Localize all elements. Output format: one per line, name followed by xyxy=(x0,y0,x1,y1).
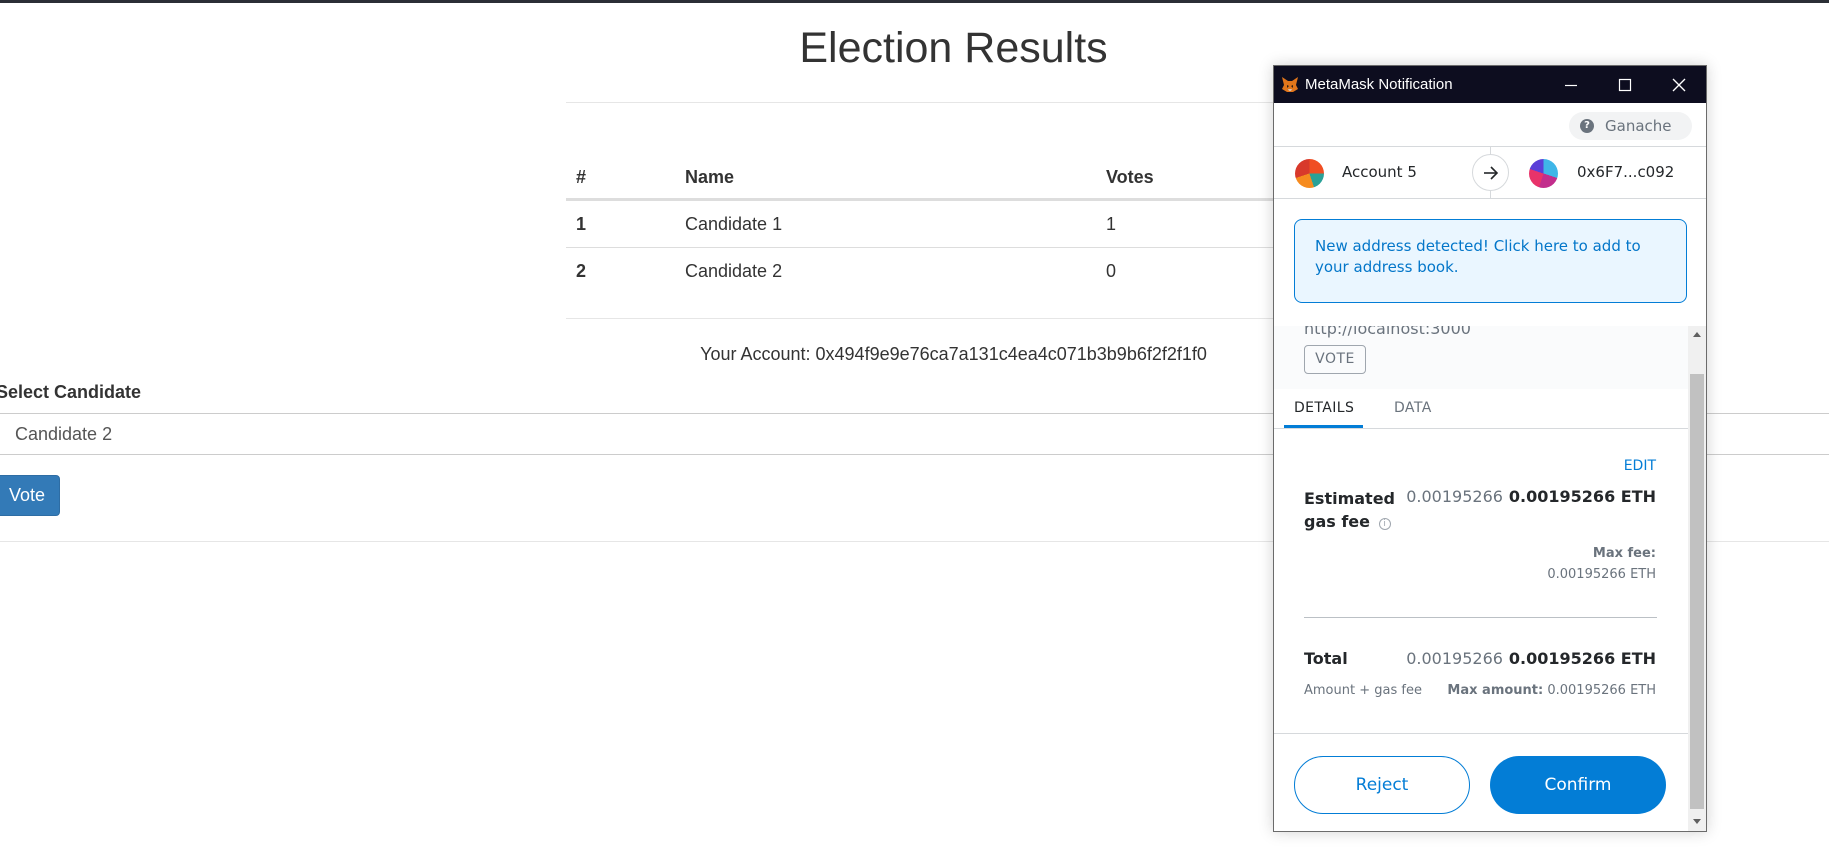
select-candidate-label: Select Candidate xyxy=(0,382,142,402)
candidate-number: 2 xyxy=(576,261,587,281)
reject-button[interactable]: Reject xyxy=(1294,756,1470,814)
table-row: 2 Candidate 2 0 xyxy=(566,247,1348,294)
close-button[interactable] xyxy=(1652,66,1706,103)
scroll-up-arrow-icon[interactable] xyxy=(1688,326,1706,342)
recipient-address[interactable]: 0x6F7...c092 xyxy=(1577,147,1674,198)
gas-fee-primary: 0.00195266 ETH xyxy=(1508,487,1656,506)
scroll-down-arrow-icon[interactable] xyxy=(1688,814,1706,830)
results-table: # Name Votes 1 Candidate 1 1 2 Candidate… xyxy=(566,158,1348,294)
total-subtext: Amount + gas fee xyxy=(1304,683,1422,698)
maximize-button[interactable] xyxy=(1598,66,1652,103)
gas-fee-amount: 0.00195266 0.00195266 ETH xyxy=(1406,487,1656,506)
minimize-button[interactable] xyxy=(1544,66,1598,103)
window-top-border xyxy=(0,0,1829,3)
scrollbar[interactable] xyxy=(1688,326,1706,831)
candidate-name: Candidate 2 xyxy=(685,261,783,281)
max-amount-value: 0.00195266 ETH xyxy=(1547,683,1656,698)
total-amount: 0.00195266 0.00195266 ETH xyxy=(1406,649,1656,668)
confirm-button[interactable]: Confirm xyxy=(1490,756,1666,814)
sender-avatar xyxy=(1295,159,1324,188)
candidate-votes: 0 xyxy=(1106,261,1117,281)
transaction-origin-section: http://localhost:3000 VOTE xyxy=(1274,326,1688,389)
max-fee-label: Max fee: xyxy=(1592,546,1656,561)
candidate-name: Candidate 1 xyxy=(685,214,783,234)
fee-divider xyxy=(1304,617,1657,618)
table-row: 1 Candidate 1 1 xyxy=(566,200,1348,247)
gas-fee-secondary: 0.00195266 xyxy=(1406,487,1503,506)
method-badge: VOTE xyxy=(1304,345,1366,374)
vote-button[interactable]: Vote xyxy=(0,475,60,516)
total-secondary: 0.00195266 xyxy=(1406,649,1503,668)
column-header-number: # xyxy=(576,167,587,187)
table-header-row: # Name Votes xyxy=(566,158,1348,200)
total-label: Total xyxy=(1304,649,1348,668)
info-icon[interactable]: i xyxy=(1378,518,1391,530)
table-divider xyxy=(566,318,1348,319)
minimize-icon xyxy=(1565,84,1577,86)
max-amount: Max amount: 0.00195266 ETH xyxy=(1447,683,1656,698)
footer-divider xyxy=(1274,733,1688,734)
candidate-select-value: Candidate 2 xyxy=(15,424,113,444)
tab-data[interactable]: DATA xyxy=(1394,389,1432,427)
max-fee-value: 0.00195266 ETH xyxy=(1547,567,1656,582)
metamask-notification-window: MetaMask Notification ? Ganache Account … xyxy=(1273,65,1707,832)
window-title: MetaMask Notification xyxy=(1305,76,1453,93)
candidate-votes: 1 xyxy=(1106,214,1117,234)
maximize-icon xyxy=(1618,78,1632,91)
window-titlebar[interactable]: MetaMask Notification xyxy=(1274,66,1706,103)
column-header-votes: Votes xyxy=(1106,167,1154,187)
edit-gas-button[interactable]: EDIT xyxy=(1624,458,1656,474)
title-divider xyxy=(566,102,1348,103)
estimated-gas-fee-label: Estimated gas fee i xyxy=(1304,487,1395,533)
sender-recipient-bar: Account 5 0x6F7...c092 xyxy=(1274,146,1706,199)
total-primary: 0.00195266 ETH xyxy=(1508,649,1656,668)
active-tab-indicator xyxy=(1284,425,1363,428)
column-header-name: Name xyxy=(685,167,735,187)
tab-details[interactable]: DETAILS xyxy=(1294,389,1354,427)
close-icon xyxy=(1672,78,1686,91)
metamask-fox-icon xyxy=(1282,77,1298,92)
details-tabs: DETAILS DATA xyxy=(1274,389,1688,429)
network-selector[interactable]: ? Ganache xyxy=(1569,112,1692,140)
network-name: Ganache xyxy=(1605,117,1672,135)
candidate-number: 1 xyxy=(576,214,587,234)
origin-url: http://localhost:3000 xyxy=(1304,326,1471,338)
question-circle-icon: ? xyxy=(1580,119,1594,133)
arrow-right-icon xyxy=(1472,154,1509,191)
sender-account[interactable]: Account 5 xyxy=(1342,147,1417,198)
new-address-notice[interactable]: New address detected! Click here to add … xyxy=(1294,219,1687,303)
max-amount-label: Max amount: xyxy=(1447,683,1544,698)
scrollbar-thumb[interactable] xyxy=(1690,374,1704,809)
recipient-avatar xyxy=(1529,159,1558,188)
